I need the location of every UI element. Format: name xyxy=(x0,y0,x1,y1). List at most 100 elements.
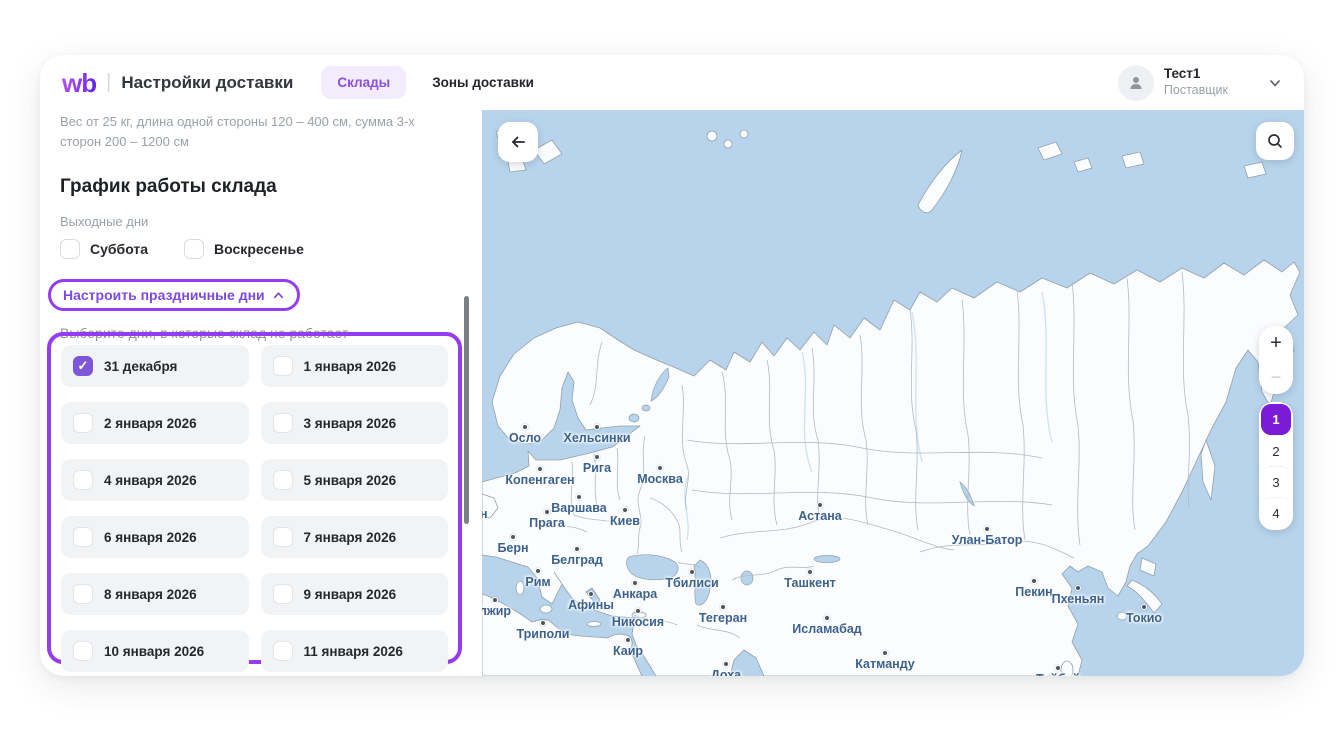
city-dot-icon xyxy=(689,569,695,575)
city-label: Улан-Батор xyxy=(952,533,1023,547)
map-back-button[interactable] xyxy=(498,122,538,162)
map-page-button[interactable]: 3 xyxy=(1261,466,1291,497)
city-dot-icon xyxy=(632,580,638,586)
holiday-day-checkbox[interactable]: 6 января 2026 xyxy=(61,516,249,558)
city-dot-icon xyxy=(1055,665,1061,671)
city-dot-icon xyxy=(594,424,600,430)
checkbox-label: 9 января 2026 xyxy=(304,587,397,602)
city-label: Берн xyxy=(497,541,528,555)
warehouse-settings-panel: Вес от 25 кг, длина одной стороны 120 – … xyxy=(40,110,482,676)
panel-scrollbar[interactable] xyxy=(464,296,469,524)
checkbox-label: 2 января 2026 xyxy=(104,416,197,431)
city-dot-icon xyxy=(635,608,641,614)
checkbox[interactable] xyxy=(273,413,293,433)
checkbox[interactable] xyxy=(73,641,93,661)
weekend-day-checkbox[interactable]: Воскресенье xyxy=(184,239,304,259)
map-zoom-control: + − xyxy=(1259,326,1293,394)
city-dot-icon xyxy=(574,546,580,552)
toggle-label: Настроить праздничные дни xyxy=(63,287,265,303)
holiday-day-checkbox[interactable]: 2 января 2026 xyxy=(61,402,249,444)
page-title: Настройки доставки xyxy=(121,73,293,93)
checkbox[interactable] xyxy=(73,356,93,376)
city-dot-icon xyxy=(588,591,594,597)
map-page-list: 1 2 3 4 xyxy=(1259,402,1293,530)
city-dot-icon xyxy=(882,650,888,656)
city-label: Ташкент xyxy=(784,576,836,590)
arrow-left-icon xyxy=(508,132,528,152)
city-label: Триполи xyxy=(517,627,570,641)
city-label: Тбилиси xyxy=(665,576,718,590)
map-page-button[interactable]: 2 xyxy=(1261,435,1291,466)
checkbox[interactable] xyxy=(60,239,80,259)
city-label: Рим xyxy=(525,575,550,589)
logo-separator: | xyxy=(106,71,111,94)
holiday-day-checkbox[interactable]: 10 января 2026 xyxy=(61,630,249,672)
checkbox[interactable] xyxy=(273,584,293,604)
map-city-layer: дон Осло Хельсинки Рига xyxy=(482,110,1304,676)
app-header: wb | Настройки доставки Склады Зоны дост… xyxy=(40,55,1304,110)
city-label: Никосия xyxy=(612,615,664,629)
city-label: Анкара xyxy=(613,587,657,601)
holiday-day-checkbox[interactable]: 11 января 2026 xyxy=(261,630,449,672)
city-dot-icon xyxy=(540,620,546,626)
tab-delivery-zones[interactable]: Зоны доставки xyxy=(416,66,550,99)
holiday-day-checkbox[interactable]: 4 января 2026 xyxy=(61,459,249,501)
city-dot-icon xyxy=(522,424,528,430)
holiday-days-highlight: 31 декабря 1 января 2026 2 января 2026 xyxy=(47,332,462,664)
user-menu[interactable]: Тест1 Поставщик xyxy=(1118,65,1282,101)
city-dot-icon xyxy=(1141,604,1147,610)
checkbox[interactable] xyxy=(273,470,293,490)
chevron-up-icon xyxy=(272,289,285,302)
logo[interactable]: wb | Настройки доставки xyxy=(62,70,293,96)
holiday-day-checkbox[interactable]: 9 января 2026 xyxy=(261,573,449,615)
city-dot-icon xyxy=(657,465,663,471)
city-dot-icon xyxy=(594,454,600,460)
checkbox[interactable] xyxy=(273,641,293,661)
map-page-button[interactable]: 4 xyxy=(1261,497,1291,528)
checkbox-label: 31 декабря xyxy=(104,359,177,374)
checkbox[interactable] xyxy=(73,527,93,547)
holiday-days-grid: 31 декабря 1 января 2026 2 января 2026 xyxy=(61,345,448,672)
city-dot-icon xyxy=(1075,585,1081,591)
checkbox[interactable] xyxy=(273,527,293,547)
weekend-day-checkbox[interactable]: Суббота xyxy=(60,239,148,259)
holiday-day-checkbox[interactable]: 5 января 2026 xyxy=(261,459,449,501)
holiday-day-checkbox[interactable]: 7 января 2026 xyxy=(261,516,449,558)
city-label: Пекин xyxy=(1015,585,1052,599)
city-label: Москва xyxy=(637,472,683,486)
checkbox[interactable] xyxy=(73,413,93,433)
wb-logo[interactable]: wb xyxy=(62,70,96,96)
zoom-in-button[interactable]: + xyxy=(1259,326,1293,360)
checkbox-label: 5 января 2026 xyxy=(304,473,397,488)
weekend-label: Выходные дни xyxy=(60,214,462,229)
chevron-down-icon[interactable] xyxy=(1268,76,1282,90)
city-dot-icon xyxy=(984,526,990,532)
city-label: Рига xyxy=(583,461,611,475)
checkbox[interactable] xyxy=(73,584,93,604)
map[interactable]: дон Осло Хельсинки Рига xyxy=(482,110,1304,676)
city-dot-icon xyxy=(622,507,628,513)
holiday-day-checkbox[interactable]: 3 января 2026 xyxy=(261,402,449,444)
checkbox[interactable] xyxy=(73,470,93,490)
schedule-heading: График работы склада xyxy=(60,176,462,198)
checkbox-label: 4 января 2026 xyxy=(104,473,197,488)
checkbox-label: 7 января 2026 xyxy=(304,530,397,545)
city-dot-icon xyxy=(510,534,516,540)
checkbox[interactable] xyxy=(273,356,293,376)
map-page-button[interactable]: 1 xyxy=(1261,404,1291,435)
checkbox-label: Суббота xyxy=(90,241,148,257)
checkbox[interactable] xyxy=(184,239,204,259)
delivery-settings-window: wb | Настройки доставки Склады Зоны дост… xyxy=(40,55,1304,676)
city-dot-icon xyxy=(492,597,498,603)
holiday-day-checkbox[interactable]: 8 января 2026 xyxy=(61,573,249,615)
city-dot-icon xyxy=(817,502,823,508)
avatar[interactable] xyxy=(1118,65,1154,101)
zoom-out-button[interactable]: − xyxy=(1259,360,1293,394)
configure-holidays-toggle[interactable]: Настроить праздничные дни xyxy=(63,287,285,303)
map-search-button[interactable] xyxy=(1256,122,1294,160)
checkbox-label: 10 января 2026 xyxy=(104,644,204,659)
holiday-day-checkbox[interactable]: 1 января 2026 xyxy=(261,345,449,387)
tab-warehouses[interactable]: Склады xyxy=(321,66,406,99)
city-label: Тайбэй xyxy=(1036,672,1080,676)
holiday-day-checkbox[interactable]: 31 декабря xyxy=(61,345,249,387)
